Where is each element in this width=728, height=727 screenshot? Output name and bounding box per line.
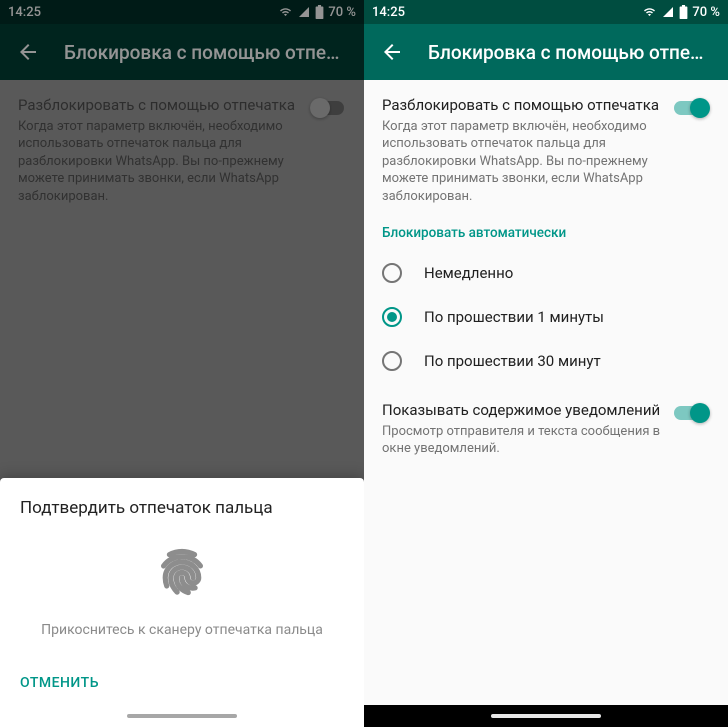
back-icon[interactable] xyxy=(380,40,404,64)
statusbar-icons: 70 % xyxy=(642,5,720,20)
radio-icon xyxy=(382,307,402,327)
setting-title: Показывать содержимое уведомлений xyxy=(382,401,662,421)
back-icon[interactable] xyxy=(16,40,40,64)
radio-thirty-minutes[interactable]: По прошествии 30 минут xyxy=(382,339,710,383)
nav-bar[interactable] xyxy=(364,705,728,727)
setting-title: Разблокировать с помощью отпечатка xyxy=(382,96,662,116)
radio-label: По прошествии 30 минут xyxy=(424,352,601,370)
radio-one-minute[interactable]: По прошествии 1 минуты xyxy=(382,295,710,339)
signal-icon xyxy=(297,6,311,18)
appbar: Блокировка с помощью отпе… xyxy=(0,24,364,80)
statusbar-battery: 70 % xyxy=(328,5,356,20)
statusbar-time: 14:25 xyxy=(8,5,41,20)
battery-icon xyxy=(315,5,324,19)
content: Разблокировать с помощью отпечатка Когда… xyxy=(364,80,728,705)
sheet-hint: Прикоснитесь к сканеру отпечатка пальца xyxy=(20,622,344,638)
screen-right: 14:25 70 % Блокировка с помощью отпе… Ра… xyxy=(364,0,728,727)
appbar-title: Блокировка с помощью отпе… xyxy=(428,41,712,64)
statusbar: 14:25 70 % xyxy=(364,0,728,24)
signal-icon xyxy=(661,6,675,18)
battery-icon xyxy=(679,5,688,19)
section-auto-lock: Блокировать автоматически xyxy=(382,225,710,241)
fingerprint-icon xyxy=(20,546,344,598)
setting-desc: Когда этот параметр включён, необходимо … xyxy=(18,118,298,206)
appbar-title: Блокировка с помощью отпе… xyxy=(64,41,348,64)
radio-label: Немедленно xyxy=(424,264,513,282)
setting-fingerprint-unlock[interactable]: Разблокировать с помощью отпечатка Когда… xyxy=(18,96,346,205)
sheet-title: Подтвердить отпечаток пальца xyxy=(20,498,344,518)
notification-content-toggle[interactable] xyxy=(674,403,710,423)
appbar: Блокировка с помощью отпе… xyxy=(364,24,728,80)
fingerprint-sheet: Подтвердить отпечаток пальца Прикоснитес… xyxy=(0,478,364,727)
statusbar: 14:25 70 % xyxy=(0,0,364,24)
radio-icon xyxy=(382,351,402,371)
wifi-icon xyxy=(278,6,293,18)
setting-title: Разблокировать с помощью отпечатка xyxy=(18,96,298,116)
cancel-button[interactable]: ОТМЕНИТЬ xyxy=(20,675,99,691)
screen-left: 14:25 70 % Блокировка с помощью отпе… Ра… xyxy=(0,0,364,727)
radio-icon xyxy=(382,263,402,283)
statusbar-battery: 70 % xyxy=(692,5,720,20)
home-pill-icon xyxy=(491,714,601,718)
wifi-icon xyxy=(642,6,657,18)
setting-show-notification-content[interactable]: Показывать содержимое уведомлений Просмо… xyxy=(382,401,710,458)
radio-label: По прошествии 1 минуты xyxy=(424,308,604,326)
fingerprint-toggle[interactable] xyxy=(310,98,346,118)
setting-desc: Когда этот параметр включён, необходимо … xyxy=(382,118,662,206)
statusbar-time: 14:25 xyxy=(372,5,405,20)
statusbar-icons: 70 % xyxy=(278,5,356,20)
radio-immediate[interactable]: Немедленно xyxy=(382,251,710,295)
setting-fingerprint-unlock[interactable]: Разблокировать с помощью отпечатка Когда… xyxy=(382,96,710,205)
setting-desc: Просмотр отправителя и текста сообщения … xyxy=(382,423,662,458)
fingerprint-toggle[interactable] xyxy=(674,98,710,118)
